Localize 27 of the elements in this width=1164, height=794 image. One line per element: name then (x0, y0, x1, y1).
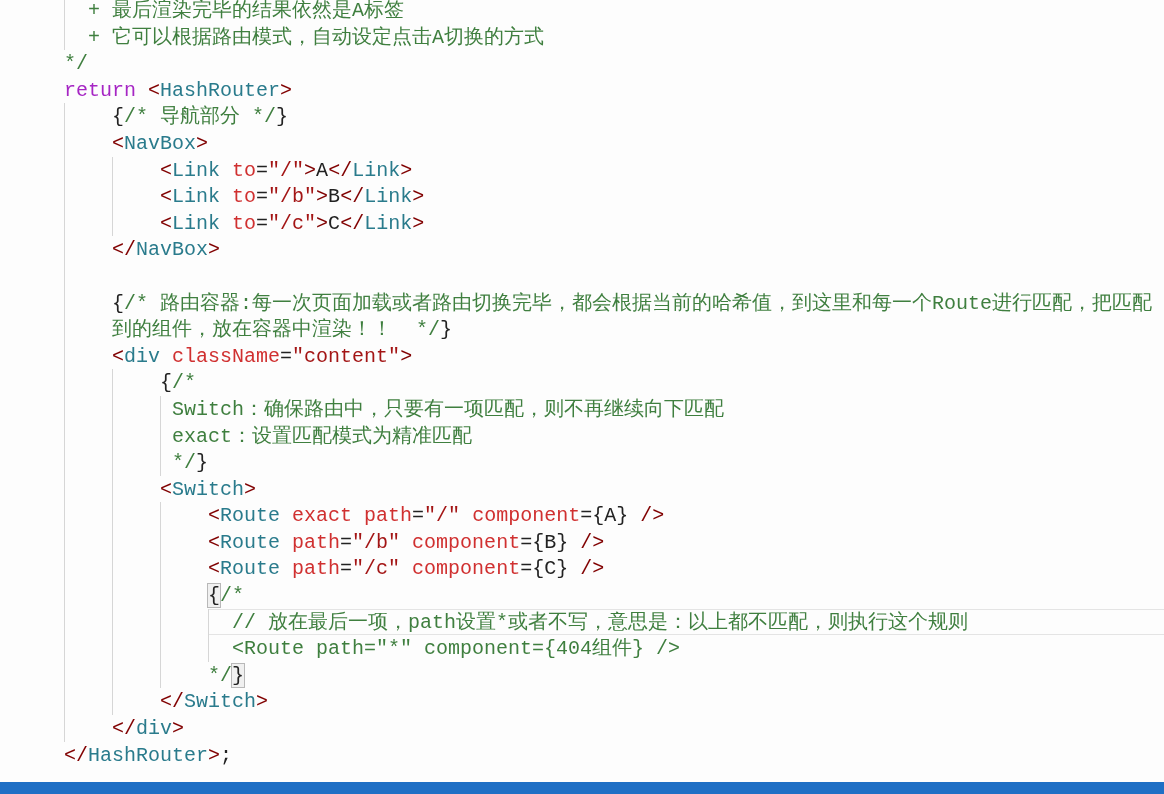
code-line: <Switch> (160, 476, 258, 503)
code-line: Switch：确保路由中，只要有一项匹配，则不再继续向下匹配 (171, 396, 726, 423)
code-line: <NavBox> (112, 130, 210, 157)
code-line: 到的组件，放在容器中渲染！！ */} (112, 317, 454, 343)
code-line: <Link to="/">A</Link> (160, 157, 414, 184)
code-line: </Switch> (160, 689, 270, 716)
code-line: */} (171, 450, 210, 476)
code-line: <Route path="/c" component={C} /> (208, 556, 606, 583)
code-line: <Route exact path="/" component={A} /> (208, 503, 666, 529)
code-line: {/* 路由容器:每一次页面加载或者路由切换完毕，都会根据当前的哈希值，到这里和每一个Route进行匹配，把匹配 (112, 290, 1154, 317)
code-line: <Route path="*" component={404组件} /> (231, 636, 682, 662)
code-line: <Route path="/b" component={B} /> (208, 529, 606, 556)
code-line: return <HashRouter> (64, 77, 294, 104)
code-line: // 放在最后一项，path设置*或者不写，意思是：以上都不匹配，则执行这个规则 (208, 608, 1164, 636)
code-line: {/* (208, 583, 246, 609)
code-line: <Link to="/c">C</Link> (160, 210, 426, 237)
code-line: */} (208, 662, 246, 689)
code-line: </NavBox> (112, 237, 222, 263)
code-line: {/* (160, 370, 198, 396)
code-line: </div> (112, 716, 186, 742)
code-line: </HashRouter>; (64, 742, 234, 769)
code-line: {/* 导航部分 */} (112, 104, 290, 130)
code-line: exact：设置匹配模式为精准匹配 (171, 423, 474, 450)
code-line: + 它可以根据路由模式，自动设定点击A切换的方式 (87, 24, 545, 51)
code-line: */ (64, 51, 89, 77)
code-line: <Link to="/b">B</Link> (160, 184, 426, 210)
code-line: <div className="content"> (112, 343, 414, 370)
